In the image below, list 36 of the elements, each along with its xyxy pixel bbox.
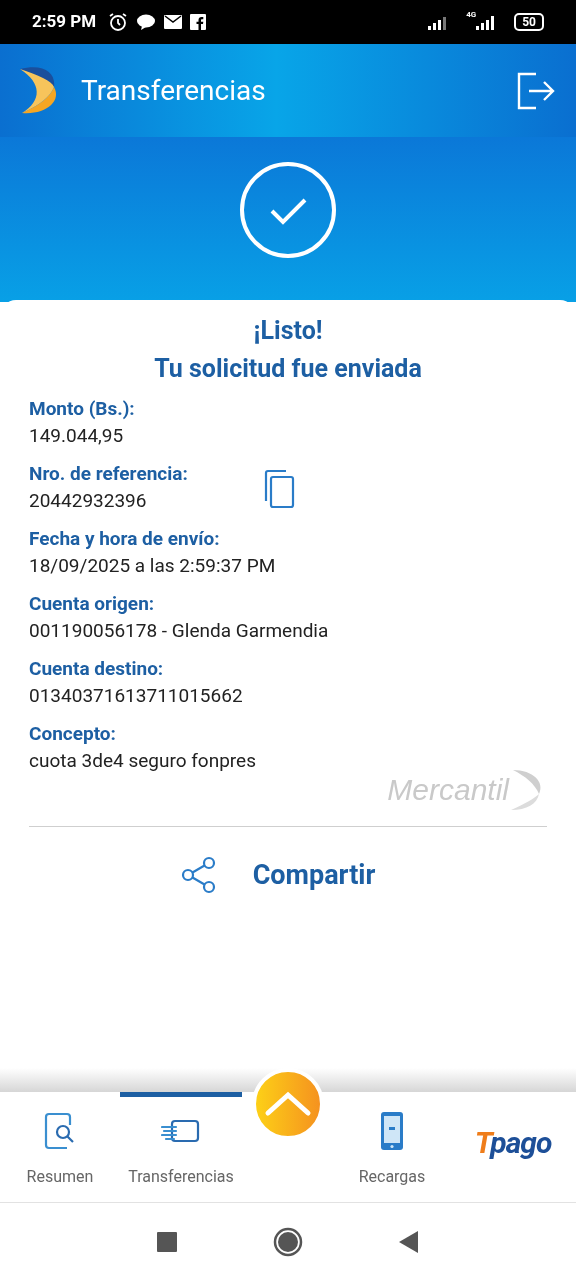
field-value: 149.044,95	[29, 423, 125, 449]
field-label: Nro. de referencia:	[29, 461, 189, 487]
chevron-up-icon	[264, 1091, 312, 1117]
screen-title: Transferencias	[81, 72, 266, 109]
share-icon[interactable]	[180, 856, 217, 895]
back-icon[interactable]	[399, 1230, 419, 1253]
transfer-card-icon	[161, 1119, 201, 1143]
field-value: cuota 3de4 seguro fonpres	[29, 748, 257, 774]
field-label: Cuenta destino:	[29, 656, 165, 682]
copy-icon[interactable]	[263, 469, 295, 509]
mail-icon	[164, 15, 183, 29]
success-check-icon	[239, 161, 337, 259]
field-label: Cuenta origen:	[29, 591, 156, 617]
phone-icon	[380, 1111, 404, 1151]
field-label: Monto (Bs.):	[29, 396, 136, 422]
chat-icon	[136, 13, 157, 31]
network-type: 4G	[466, 9, 477, 21]
success-message: Tu solicitud fue enviada	[153, 353, 423, 385]
field-value: 001190056178 - Glenda Garmendia	[29, 618, 329, 644]
share-button[interactable]: Compartir	[252, 855, 376, 896]
status-time: 2:59 PM	[32, 10, 97, 34]
tpago-logo[interactable]: Tpago	[474, 1119, 552, 1165]
nav-tab[interactable]: Resumen	[0, 1092, 120, 1202]
field-value: 20442932396	[29, 488, 148, 514]
success-title: ¡Listo!	[252, 315, 324, 347]
field-label: Concepto:	[29, 721, 117, 747]
logout-icon[interactable]	[516, 70, 556, 111]
field-value: 01340371613711015662	[29, 683, 244, 709]
home-icon[interactable]	[273, 1226, 303, 1257]
alarm-icon	[108, 12, 129, 32]
field-value: 18/09/2025 a las 2:59:37 PM	[29, 553, 276, 579]
recents-icon[interactable]	[157, 1231, 177, 1252]
field-label: Fecha y hora de envío:	[29, 526, 221, 552]
facebook-icon	[190, 14, 207, 30]
nav-tab[interactable]: Recargas	[334, 1092, 450, 1202]
battery-indicator: 50	[514, 13, 544, 31]
